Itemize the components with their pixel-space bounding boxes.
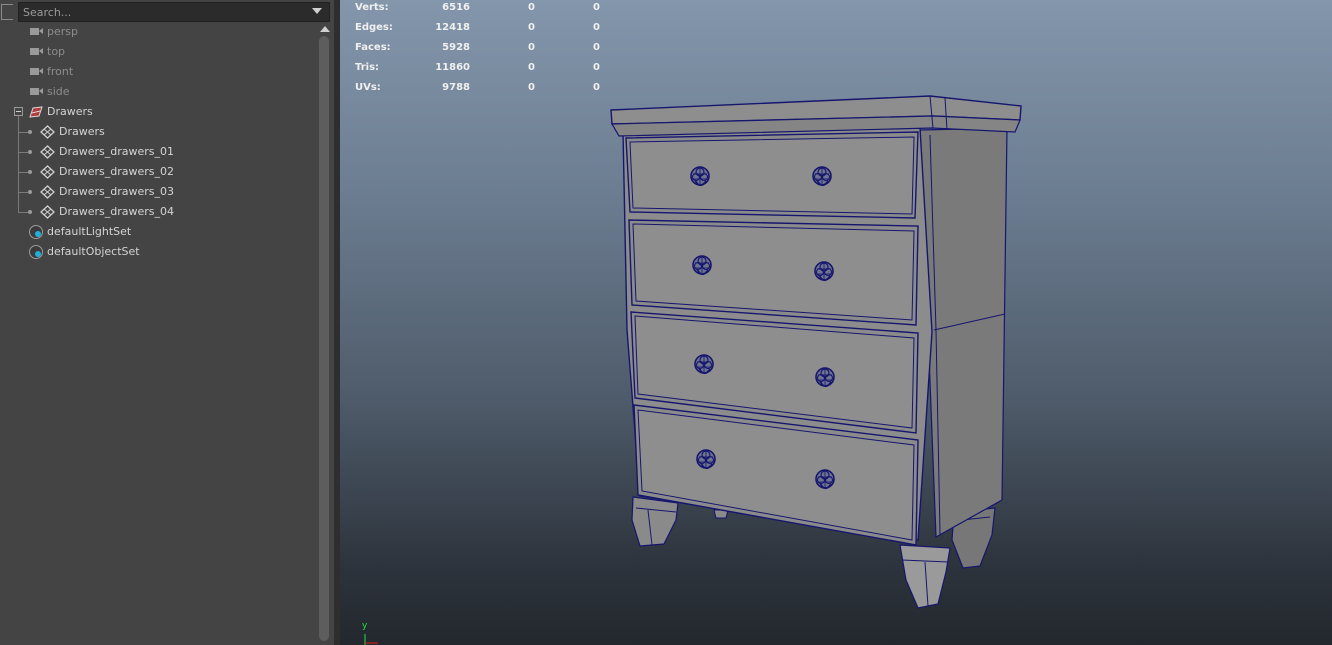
outliner-item-label: Drawers xyxy=(47,105,93,118)
search-dropdown-icon[interactable] xyxy=(312,8,322,14)
camera-icon xyxy=(30,28,43,35)
tree-connector xyxy=(18,132,28,133)
camera-icon xyxy=(30,88,43,95)
outliner-item-top[interactable]: top xyxy=(0,42,318,62)
tree-node-dot xyxy=(28,130,32,134)
outliner-item-drawers-group[interactable]: Drawers xyxy=(0,102,318,122)
outliner-item-drawers-04[interactable]: Drawers_drawers_04 xyxy=(0,202,318,222)
search-input[interactable] xyxy=(18,2,330,22)
outliner-item-front[interactable]: front xyxy=(0,62,318,82)
camera-icon xyxy=(30,68,43,75)
outliner-tree: persp top front side Drawers Drawers Dra… xyxy=(0,22,318,645)
outliner-scrollbar[interactable] xyxy=(318,22,332,645)
tree-connector xyxy=(18,152,28,153)
outliner-item-label: defaultLightSet xyxy=(47,225,132,238)
tree-connector xyxy=(18,212,28,213)
object-set-icon xyxy=(29,245,43,259)
tree-connector xyxy=(18,172,28,173)
outliner-item-label: Drawers_drawers_04 xyxy=(59,205,175,218)
mesh-icon xyxy=(40,125,55,139)
outliner-item-label: defaultObjectSet xyxy=(47,245,140,258)
mesh-icon xyxy=(40,205,55,219)
scroll-up-arrow-icon[interactable] xyxy=(320,26,330,32)
outliner-panel: persp top front side Drawers xyxy=(0,0,334,645)
outliner-item-label: side xyxy=(47,85,70,98)
scrollbar-thumb[interactable] xyxy=(319,36,329,641)
mesh-icon xyxy=(40,145,55,159)
tree-node-dot xyxy=(28,190,32,194)
search-bar xyxy=(0,2,334,22)
outliner-item-drawers-02[interactable]: Drawers_drawers_02 xyxy=(0,162,318,182)
tree-connector xyxy=(18,192,28,193)
outliner-item-label: Drawers_drawers_03 xyxy=(59,185,175,198)
outliner-item-label: front xyxy=(47,65,74,78)
camera-icon xyxy=(30,48,43,55)
outliner-item-side[interactable]: side xyxy=(0,82,318,102)
outliner-item-label: persp xyxy=(47,25,78,38)
outliner-item-label: Drawers xyxy=(59,125,105,138)
mesh-icon xyxy=(40,185,55,199)
dresser-model[interactable] xyxy=(340,0,1332,645)
outliner-item-label: Drawers_drawers_02 xyxy=(59,165,175,178)
tree-node-dot xyxy=(28,150,32,154)
outliner-item-default-object-set[interactable]: defaultObjectSet xyxy=(0,242,318,262)
object-set-icon xyxy=(29,225,43,239)
outliner-options-icon[interactable] xyxy=(1,4,13,20)
group-transform-icon xyxy=(29,106,43,118)
outliner-item-label: Drawers_drawers_01 xyxy=(59,145,175,158)
outliner-item-drawers-01[interactable]: Drawers_drawers_01 xyxy=(0,142,318,162)
viewport-3d[interactable]: Verts: 6516 0 0 Edges: 12418 0 0 Faces: … xyxy=(340,0,1332,645)
axis-orientation-indicator: y xyxy=(358,622,388,645)
outliner-item-default-light-set[interactable]: defaultLightSet xyxy=(0,222,318,242)
mesh-icon xyxy=(40,165,55,179)
collapse-toggle-icon[interactable] xyxy=(14,107,23,116)
tree-node-dot xyxy=(28,210,32,214)
outliner-item-drawers-mesh[interactable]: Drawers xyxy=(0,122,318,142)
outliner-item-persp[interactable]: persp xyxy=(0,22,318,42)
outliner-item-label: top xyxy=(47,45,66,58)
outliner-item-drawers-03[interactable]: Drawers_drawers_03 xyxy=(0,182,318,202)
tree-node-dot xyxy=(28,170,32,174)
axis-gizmo-icon xyxy=(364,634,378,645)
